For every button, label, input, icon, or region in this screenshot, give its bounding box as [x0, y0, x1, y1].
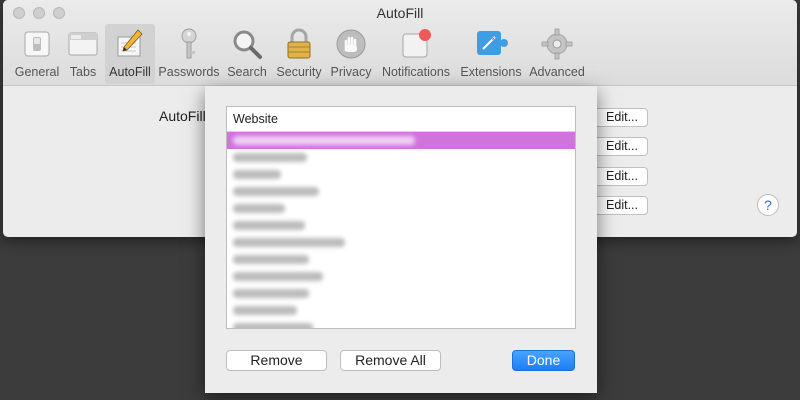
puzzle-icon: [473, 27, 509, 61]
tab-label: Security: [276, 65, 322, 79]
magnifier-icon: [229, 27, 265, 61]
tab-tabs[interactable]: Tabs: [61, 24, 105, 84]
tab-passwords[interactable]: Passwords: [156, 24, 222, 84]
list-item[interactable]: [227, 234, 575, 251]
tabs-icon: [65, 27, 101, 61]
list-item[interactable]: [227, 132, 575, 149]
tab-label: Advanced: [529, 65, 585, 79]
tab-search[interactable]: Search: [223, 24, 271, 84]
key-icon: [171, 27, 207, 61]
pencil-icon: [112, 27, 148, 61]
remove-all-button[interactable]: Remove All: [340, 350, 441, 371]
list-item[interactable]: [227, 319, 575, 328]
list-item[interactable]: [227, 302, 575, 319]
list-item[interactable]: [227, 285, 575, 302]
website-list[interactable]: Website: [226, 106, 576, 329]
tab-label: AutoFill: [109, 65, 151, 79]
preferences-toolbar: General Tabs AutoFill Passwords Search S…: [3, 24, 797, 84]
tab-extensions[interactable]: Extensions: [457, 24, 525, 84]
tab-advanced[interactable]: Advanced: [525, 24, 589, 84]
tab-general[interactable]: General: [9, 24, 65, 84]
tab-autofill[interactable]: AutoFill: [105, 24, 155, 84]
general-switch-icon: [19, 27, 55, 61]
gear-icon: [539, 27, 575, 61]
list-item[interactable]: [227, 183, 575, 200]
window-title: AutoFill: [376, 5, 424, 21]
list-item[interactable]: [227, 268, 575, 285]
autofill-section-label: AutoFill: [159, 108, 206, 124]
tab-security[interactable]: Security: [271, 24, 327, 84]
done-button[interactable]: Done: [512, 350, 575, 371]
tab-notifications[interactable]: Notifications: [376, 24, 456, 84]
titlebar: AutoFill General Tabs AutoFill Passwords…: [3, 0, 797, 86]
list-item[interactable]: [227, 200, 575, 217]
tab-label: Tabs: [69, 65, 97, 79]
column-header-website[interactable]: Website: [227, 107, 575, 132]
websites-sheet: Website Remove Remove All Done: [205, 86, 597, 393]
tab-label: Notifications: [381, 65, 451, 79]
tab-label: Passwords: [158, 65, 220, 79]
tab-label: Search: [227, 65, 267, 79]
tab-privacy[interactable]: Privacy: [327, 24, 375, 84]
list-item[interactable]: [227, 251, 575, 268]
tab-label: Privacy: [330, 65, 372, 79]
list-item[interactable]: [227, 149, 575, 166]
remove-button[interactable]: Remove: [226, 350, 327, 371]
padlock-icon: [281, 27, 317, 61]
help-button[interactable]: ?: [757, 194, 779, 216]
list-item[interactable]: [227, 166, 575, 183]
tab-label: General: [14, 65, 60, 79]
list-item[interactable]: [227, 217, 575, 234]
notifications-icon: [398, 27, 434, 61]
hand-icon: [333, 27, 369, 61]
tab-label: Extensions: [460, 65, 522, 79]
